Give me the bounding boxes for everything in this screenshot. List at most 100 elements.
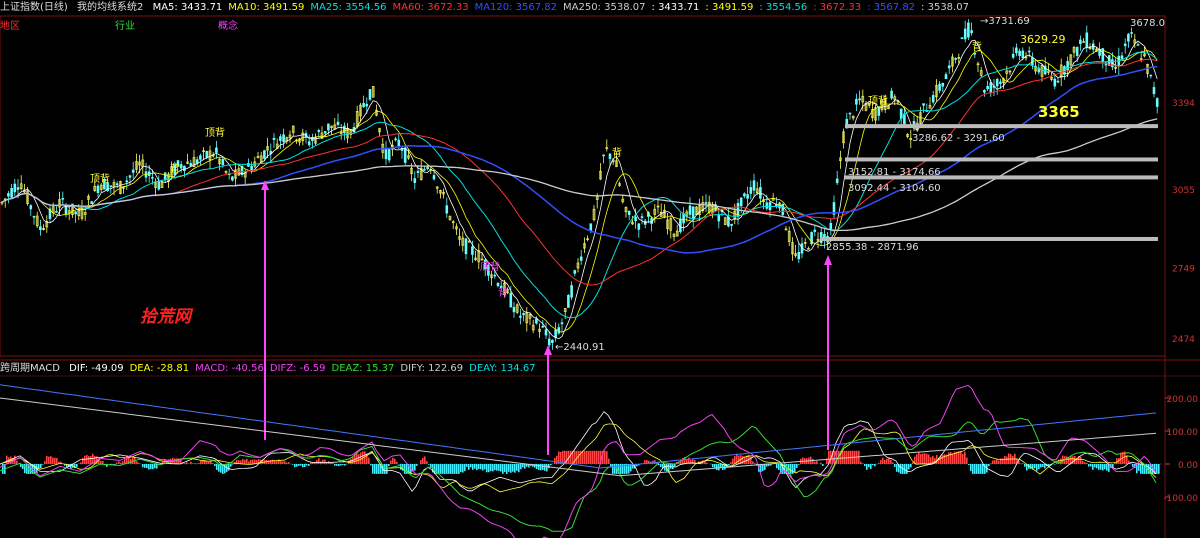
- macd-bar: [142, 464, 144, 468]
- macd-bar: [460, 464, 462, 472]
- macd-bar: [792, 464, 794, 474]
- candle-body: [368, 89, 372, 100]
- macd-bar: [192, 463, 194, 464]
- macd-bar: [88, 456, 90, 464]
- macd-values: DIF: -49.09 DEA: -28.81 MACD: -40.56 DIFZ: …: [69, 363, 541, 374]
- watermark: 拾荒网: [140, 307, 194, 327]
- macd-bar: [912, 462, 914, 464]
- macd-bar: [138, 462, 140, 464]
- macd-bar: [252, 459, 254, 464]
- macd-bar: [490, 464, 492, 472]
- divergence-label-6: 顶背: [868, 94, 888, 107]
- macd-bar: [716, 464, 718, 470]
- candle-body: [1155, 98, 1159, 107]
- macd-bar: [960, 451, 962, 464]
- macd-bar: [570, 450, 572, 464]
- macd-bar: [820, 462, 822, 464]
- macd-bar: [968, 464, 970, 466]
- macd-bar: [1036, 464, 1038, 471]
- macd-bar: [990, 463, 992, 464]
- macd-bar: [442, 464, 444, 474]
- macd-bar: [292, 464, 294, 465]
- candle-body: [387, 149, 391, 161]
- macd-bar: [796, 464, 798, 468]
- macd-bar: [730, 462, 732, 464]
- zone-label-2: 3092.44 - 3104.60: [848, 183, 941, 194]
- macd-bar: [210, 461, 212, 464]
- candle-body: [704, 202, 708, 204]
- macd-bar: [924, 453, 926, 464]
- macd-bar: [588, 450, 590, 464]
- macd-bar: [272, 459, 274, 464]
- candle-body: [7, 193, 10, 197]
- candle-body: [730, 223, 733, 226]
- macd-bar: [998, 460, 1000, 464]
- macd-bar: [752, 461, 754, 464]
- macd-bar: [922, 453, 924, 464]
- candle-body: [752, 180, 756, 191]
- candle-body: [1085, 32, 1089, 48]
- macd-bar: [812, 458, 814, 464]
- candle-body: [637, 223, 641, 230]
- macd-bar: [538, 464, 540, 470]
- signal-arrow-head-2: [824, 255, 832, 265]
- macd-bar: [456, 464, 458, 474]
- macd-bar: [992, 460, 994, 464]
- macd-bar: [994, 460, 996, 464]
- macd-bar: [336, 464, 338, 466]
- macd-bar: [194, 463, 196, 464]
- candle-body: [509, 293, 513, 308]
- macd-bar: [322, 459, 324, 464]
- candle-body: [986, 86, 989, 90]
- candle-body: [573, 270, 577, 274]
- macd-bar: [524, 464, 526, 469]
- macd-bar: [1094, 464, 1096, 468]
- macd-bar: [972, 464, 974, 474]
- macd-bar: [116, 462, 118, 464]
- price-tick-2: 2749: [1172, 264, 1195, 274]
- kline-chart[interactable]: 3394 3055 2749 2474 →3731.69 3678.0 3629.29 336…: [0, 0, 1200, 538]
- macd-bar: [364, 451, 366, 464]
- macd-bar: [82, 457, 84, 464]
- macd-bar: [660, 464, 662, 468]
- macd-bar: [502, 464, 504, 474]
- macd-bar: [1038, 464, 1040, 470]
- candle-body: [423, 168, 426, 171]
- macd-bar: [988, 464, 990, 467]
- divergence-label-0: 顶背: [205, 126, 225, 139]
- macd-bar: [1136, 464, 1138, 474]
- zone-label-1: 3152.81 - 3174.66: [848, 167, 941, 178]
- macd-bar: [714, 464, 716, 468]
- macd-bar: [246, 458, 248, 464]
- macd-bar: [56, 458, 58, 464]
- deaz-line: [0, 417, 1157, 532]
- macd-bar: [118, 461, 120, 464]
- annotation-low: ←2440.91: [555, 342, 605, 353]
- macd-bar: [886, 458, 888, 464]
- candle-body: [365, 103, 369, 107]
- candle-body: [589, 223, 593, 232]
- candle-body: [115, 183, 119, 186]
- macd-bar: [440, 464, 442, 474]
- macd-bar: [604, 450, 606, 464]
- macd-bar: [376, 464, 378, 474]
- macd-bar: [1072, 456, 1074, 464]
- candle-body: [413, 178, 417, 183]
- macd-bar: [950, 452, 952, 464]
- macd-bar: [882, 457, 884, 464]
- macd-bar: [712, 464, 714, 468]
- candle-body: [1079, 39, 1082, 45]
- macd-bar: [906, 464, 908, 474]
- candle-body: [183, 165, 186, 172]
- macd-bar: [488, 464, 490, 473]
- candle-body: [567, 294, 570, 308]
- macd-bar: [878, 462, 880, 464]
- macd-title[interactable]: 跨周期MACD: [0, 363, 60, 374]
- candle-body: [954, 57, 957, 60]
- macd-bar: [858, 450, 860, 464]
- macd-bar: [1006, 456, 1008, 464]
- candle-body: [1120, 55, 1124, 60]
- candle-body: [64, 205, 68, 215]
- price-tick-3: 2474: [1172, 335, 1195, 345]
- macd-bar: [542, 464, 544, 471]
